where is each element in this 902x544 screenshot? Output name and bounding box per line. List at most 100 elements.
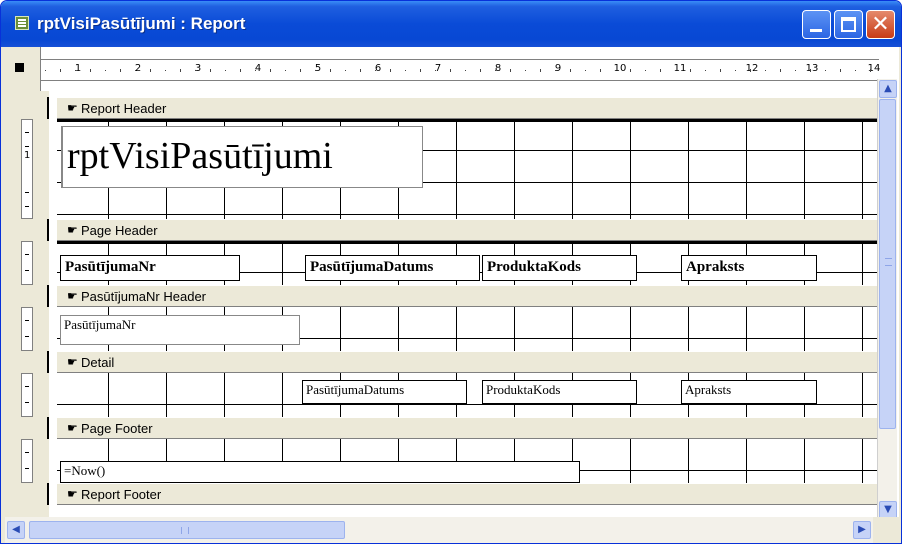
scroll-left-button[interactable]: ◀ [7,521,25,539]
ruler-tick [765,70,766,71]
ruler-number: 2 [134,63,142,74]
ruler-number: 6 [374,63,382,74]
maximize-icon [841,17,856,32]
ruler-tick [300,69,301,72]
report-selector-box[interactable] [15,63,24,72]
header-label-apraksts[interactable]: Apraksts [681,255,817,281]
arrow-left-icon: ◀ [12,524,20,535]
vertical-ruler-report-header[interactable]: 1 [21,119,33,219]
report-design-window: rptVisiPasūtījumi : Report ✕ 1 2 3 4 5 6… [0,0,902,544]
header-label-produkta-kods[interactable]: ProduktaKods [482,255,637,281]
ruler-number: 4 [254,63,262,74]
ruler-tick [390,69,391,72]
section-bar-page-footer[interactable]: ☛ Page Footer [57,417,877,439]
group-field-pasutijuma-nr[interactable]: PasūtījumaNr [60,315,300,345]
horizontal-ruler[interactable]: 1 2 3 4 5 6 7 8 9 10 11 12 13 14 [41,59,880,81]
size-grip[interactable] [874,517,897,543]
report-selector-corner[interactable] [5,47,41,91]
ruler-tick [195,70,196,71]
header-label-pasutijuma-datums[interactable]: PasūtījumaDatums [305,255,480,281]
vertical-ruler-detail[interactable] [21,373,33,417]
ruler-tick [75,70,76,71]
ruler-number: 8 [494,63,502,74]
ruler-number: 11 [673,63,687,74]
pointing-hand-icon: ☛ [67,289,78,303]
section-bar-group-header[interactable]: ☛ PasūtījumaNr Header [57,285,877,307]
minimize-button[interactable] [802,10,831,39]
report-icon[interactable] [15,16,29,30]
section-selector-detail[interactable] [31,351,49,373]
grip-icon [885,258,892,266]
ruler-tick [825,70,826,71]
ruler-tick [600,69,601,72]
horizontal-scroll-thumb[interactable] [29,521,345,539]
ruler-tick [780,69,781,72]
vertical-ruler-page-footer[interactable] [21,439,33,483]
ruler-tick [165,70,166,71]
ruler-tick [570,69,571,72]
section-selector-report-header[interactable] [31,97,49,119]
ruler-tick [120,69,121,72]
ruler-number: 13 [805,63,819,74]
vertical-scroll-thumb[interactable] [879,99,896,429]
header-label-pasutijuma-nr[interactable]: PasūtījumaNr [60,255,240,281]
arrow-right-icon: ▶ [858,524,866,535]
arrow-up-icon: ▲ [884,83,892,94]
ruler-number: 5 [314,63,322,74]
ruler-tick [870,69,871,72]
detail-field-produkta-kods[interactable]: ProduktaKods [482,380,637,404]
maximize-button[interactable] [834,10,863,39]
ruler-tick [225,70,226,71]
pointing-hand-icon: ☛ [67,223,78,237]
section-label: Page Header [81,223,158,238]
title-bar[interactable]: rptVisiPasūtījumi : Report ✕ [1,1,901,47]
ruler-tick [630,69,631,72]
report-title-label[interactable]: rptVisiPasūtījumi [61,126,423,188]
close-button[interactable]: ✕ [866,10,895,39]
scroll-down-button[interactable]: ▼ [879,501,897,517]
pointing-hand-icon: ☛ [67,421,78,435]
ruler-tick [465,70,466,71]
scroll-up-button[interactable]: ▲ [879,80,897,98]
ruler-tick [855,70,856,71]
ruler-tick [420,69,421,72]
ruler-tick [795,70,796,71]
ruler-number: 12 [745,63,759,74]
section-label: Report Header [81,101,167,116]
vertical-ruler-page-header[interactable] [21,241,33,285]
ruler-tick [555,70,556,71]
ruler-tick [60,69,61,72]
ruler-tick [240,69,241,72]
pointing-hand-icon: ☛ [67,101,78,115]
horizontal-scrollbar[interactable]: ◀ ▶ [5,517,873,543]
section-label: Report Footer [81,487,162,502]
section-selector-page-header[interactable] [31,219,49,241]
ruler-tick [435,70,436,71]
section-top-rule [57,241,877,244]
section-selector-group-header[interactable] [31,285,49,307]
ruler-tick [585,70,586,71]
ruler-tick [735,70,736,71]
section-selector-report-footer[interactable] [31,483,49,505]
section-selector-page-footer[interactable] [31,417,49,439]
ruler-tick [660,69,661,72]
section-label: Page Footer [81,421,153,436]
ruler-tick [150,69,151,72]
section-bar-page-header[interactable]: ☛ Page Header [57,219,877,241]
section-bar-report-header[interactable]: ☛ Report Header [57,97,877,119]
detail-field-apraksts[interactable]: Apraksts [681,380,817,404]
ruler-tick [45,70,46,71]
section-bar-detail[interactable]: ☛ Detail [57,351,877,373]
ruler-tick [405,70,406,71]
footer-now-expression[interactable]: =Now() [60,461,580,483]
vertical-ruler-group-header[interactable] [21,307,33,351]
ruler-tick [540,69,541,72]
scroll-right-button[interactable]: ▶ [853,521,871,539]
section-bar-report-footer[interactable]: ☛ Report Footer [57,483,877,505]
ruler-tick [375,70,376,71]
ruler-tick [510,69,511,72]
ruler-tick [645,70,646,71]
design-surface: 1 2 3 4 5 6 7 8 9 10 11 12 13 14 1 ☛ Rep… [5,47,899,517]
detail-field-pasutijuma-datums[interactable]: PasūtījumaDatums [302,380,467,404]
ruler-tick [450,69,451,72]
